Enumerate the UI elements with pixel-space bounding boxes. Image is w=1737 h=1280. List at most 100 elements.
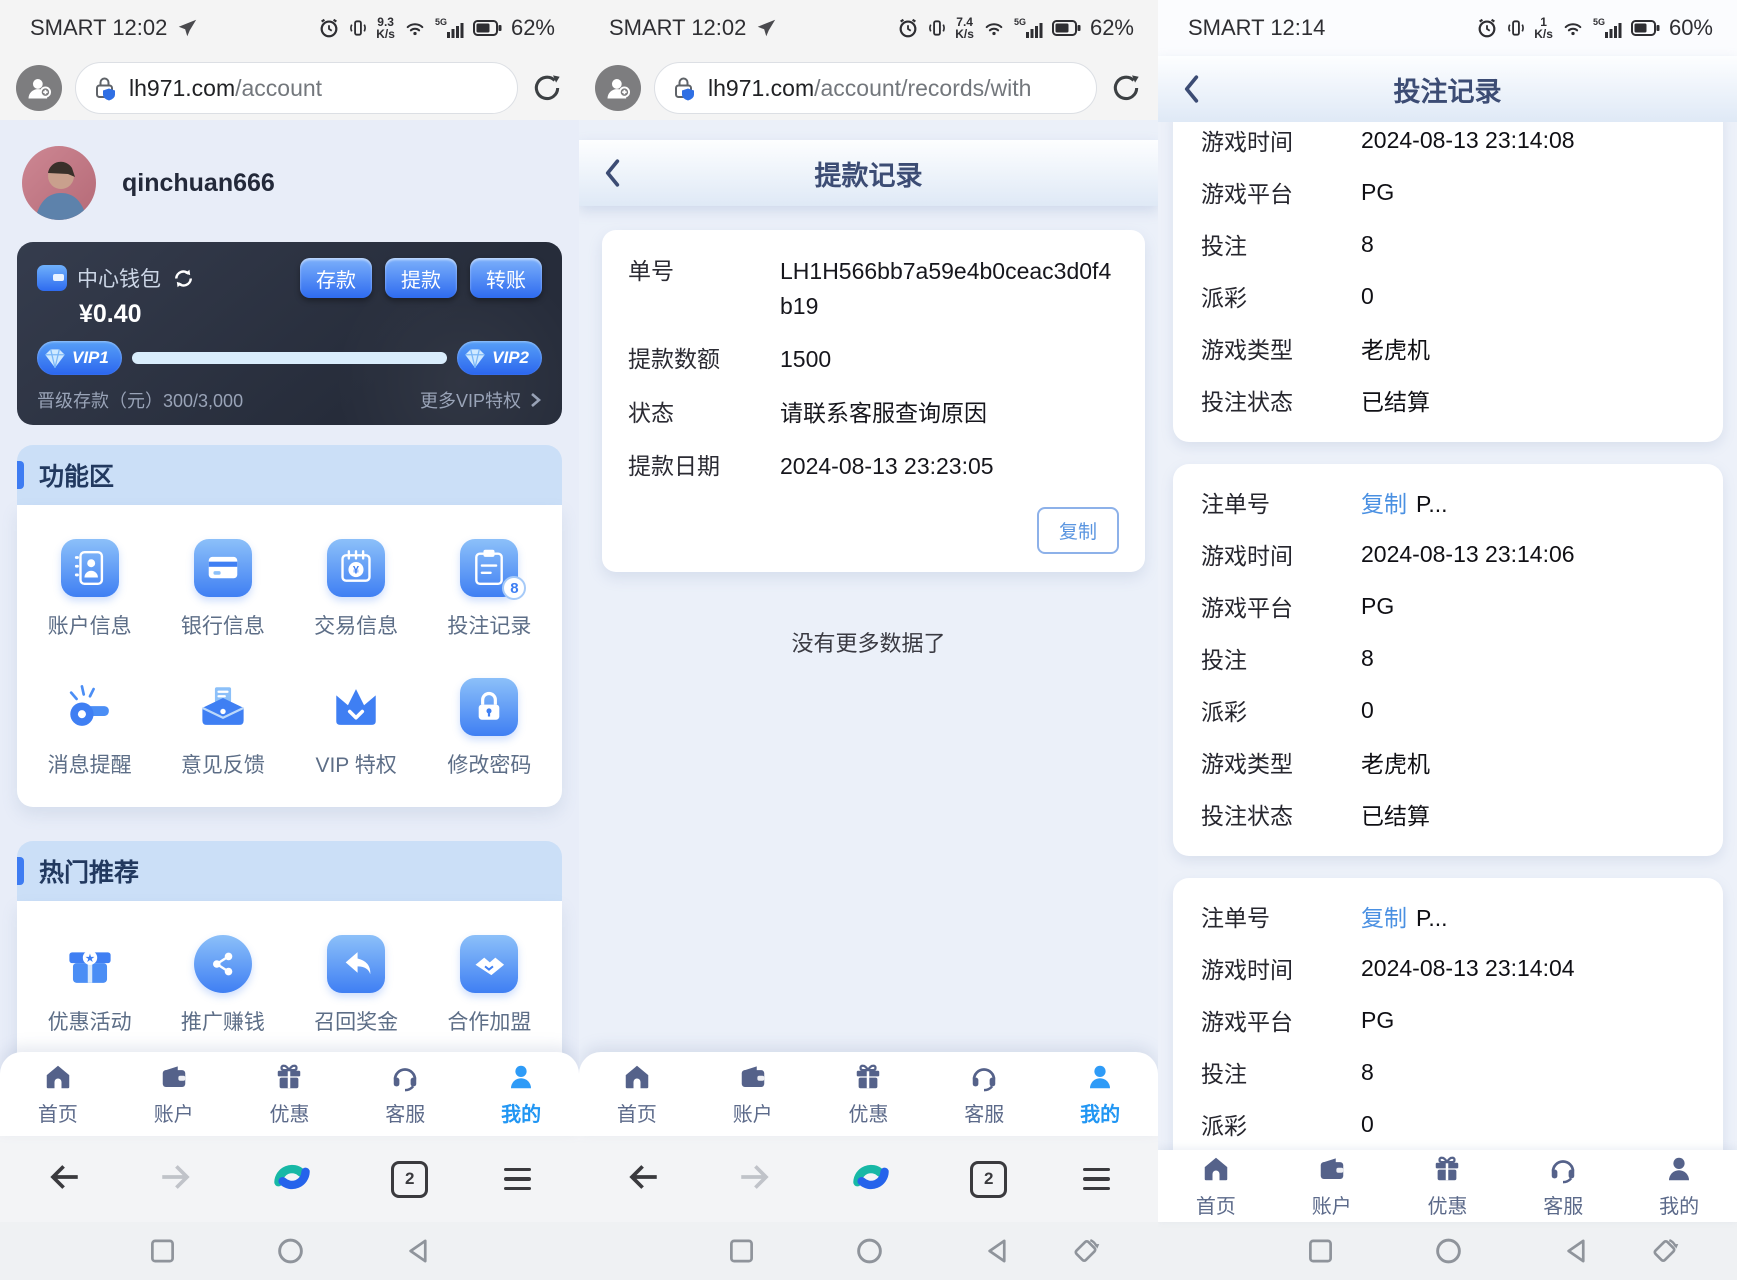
nav-mine[interactable]: 我的 — [1042, 1052, 1158, 1136]
browser-toolbar: 2 — [579, 1136, 1158, 1222]
hot-header: 热门推荐 — [17, 841, 562, 901]
nav-account[interactable]: 账户 — [695, 1052, 811, 1136]
nav-mine[interactable]: 我的 — [1621, 1150, 1737, 1222]
nav-home[interactable]: 首页 — [1158, 1150, 1274, 1222]
android-back-button[interactable] — [1563, 1238, 1590, 1265]
lock-shield-icon — [675, 77, 694, 101]
menu-message-alerts[interactable]: 消息提醒 — [23, 678, 156, 779]
record-row: 提款日期 2024-08-13 23:23:05 — [628, 449, 1119, 484]
menu-transaction-info[interactable]: ¥ 交易信息 — [290, 539, 423, 640]
tabs-button[interactable]: 2 — [391, 1160, 429, 1198]
nav-support[interactable]: 客服 — [926, 1052, 1042, 1136]
android-back-button[interactable] — [984, 1238, 1011, 1265]
menu-change-password[interactable]: 修改密码 — [423, 678, 556, 779]
back-chevron[interactable] — [1178, 74, 1204, 104]
wallet-nav-icon — [162, 1065, 185, 1087]
contact-book-icon — [60, 539, 119, 597]
menu-bank-info[interactable]: 银行信息 — [156, 539, 289, 640]
menu-button[interactable] — [1083, 1167, 1110, 1191]
menu-button[interactable] — [504, 1167, 531, 1191]
alarm-icon — [899, 18, 917, 38]
profile-row: qinchuan666 — [0, 120, 579, 242]
reload-button[interactable] — [531, 72, 563, 104]
back-chevron[interactable] — [599, 158, 625, 188]
headset-icon — [1551, 1159, 1575, 1183]
nav-support[interactable]: 客服 — [1505, 1150, 1621, 1222]
menu-cooperation[interactable]: 合作加盟 — [423, 935, 556, 1036]
battery-icon — [1051, 20, 1081, 36]
android-back-button[interactable] — [405, 1238, 432, 1265]
android-rotate-button[interactable] — [1650, 1237, 1679, 1266]
transfer-button[interactable]: 转账 — [470, 258, 542, 298]
vibrate-icon — [1508, 20, 1525, 36]
battery-icon — [472, 20, 502, 36]
withdraw-button[interactable]: 提款 — [385, 258, 457, 298]
android-home-button[interactable] — [855, 1237, 884, 1266]
nav-account[interactable]: 账户 — [116, 1052, 232, 1136]
forward-button[interactable] — [158, 1160, 192, 1199]
nav-promos[interactable]: 优惠 — [811, 1052, 927, 1136]
menu-referral[interactable]: 推广赚钱 — [156, 935, 289, 1036]
menu-feedback[interactable]: 意见反馈 — [156, 678, 289, 779]
nav-promos[interactable]: 优惠 — [232, 1052, 348, 1136]
nav-home[interactable]: 首页 — [0, 1052, 116, 1136]
nav-mine[interactable]: 我的 — [463, 1052, 579, 1136]
diamond-icon — [45, 349, 65, 368]
username: qinchuan666 — [122, 168, 275, 197]
android-recents-button[interactable] — [149, 1238, 176, 1265]
menu-promotions[interactable]: ★ 优惠活动 — [23, 935, 156, 1036]
order-id-truncated: P... — [1416, 491, 1448, 517]
reload-button[interactable] — [1110, 72, 1142, 104]
menu-bet-records[interactable]: 8 投注记录 — [423, 539, 556, 640]
copy-button[interactable]: 复制 — [1036, 506, 1119, 554]
phone-panel-withdraw-records: SMART 12:02 7.4 K/s 5G 62% lh971.com/acco… — [579, 0, 1158, 1280]
home-icon — [46, 1065, 70, 1088]
copilot-icon[interactable] — [847, 1153, 895, 1206]
deposit-button[interactable]: 存款 — [300, 258, 372, 298]
copy-order-link[interactable]: 复制 — [1361, 491, 1407, 517]
more-vip-link[interactable]: 更多VIP特权 — [420, 387, 542, 413]
withdraw-record-card: 单号 LH1H566bb7a59e4b0ceac3d0f4b19 提款数额 15… — [602, 230, 1145, 572]
tabs-button[interactable]: 2 — [970, 1160, 1008, 1198]
back-button[interactable] — [48, 1160, 82, 1199]
record-row: 游戏平台 PG — [1201, 178, 1395, 208]
android-home-button[interactable] — [276, 1237, 305, 1266]
network-speed: 9.3 K/s — [376, 15, 395, 41]
record-value: 请联系客服查询原因 — [780, 399, 987, 426]
order-row: 注单号 复制 P... — [1201, 491, 1448, 517]
menu-vip-privilege[interactable]: VIP 特权 — [290, 678, 423, 779]
battery-percent: 62% — [1089, 15, 1134, 40]
refresh-balance-icon[interactable] — [171, 266, 196, 291]
record-value: LH1H566bb7a59e4b0ceac3d0f4b19 — [780, 258, 1112, 319]
wifi-icon — [985, 23, 1003, 36]
record-row: 投注 8 — [1201, 230, 1374, 260]
android-home-button[interactable] — [1434, 1237, 1463, 1266]
reload-icon — [1113, 75, 1139, 101]
browser-profile-button[interactable] — [595, 65, 641, 111]
menu-account-info[interactable]: 账户信息 — [23, 539, 156, 640]
android-rotate-button[interactable] — [1071, 1237, 1100, 1266]
reload-icon — [534, 75, 560, 101]
carrier-time-text: SMART 12:14 — [1188, 15, 1326, 40]
record-row: 游戏平台 PG — [1201, 592, 1395, 622]
nav-home[interactable]: 首页 — [579, 1052, 695, 1136]
bet-record-card: 注单号 复制 P... 游戏时间 2024-08-13 23:14:06 游戏平台 P… — [1173, 464, 1723, 856]
avatar[interactable] — [22, 146, 96, 220]
nav-account[interactable]: 账户 — [1274, 1150, 1390, 1222]
record-label: 单号 — [628, 258, 674, 284]
whistle-icon — [61, 678, 119, 736]
url-input[interactable]: lh971.com/account/records/with — [654, 62, 1097, 114]
back-button[interactable] — [627, 1160, 661, 1199]
menu-recall-bonus[interactable]: 召回奖金 — [290, 935, 423, 1036]
nav-promos[interactable]: 优惠 — [1390, 1150, 1506, 1222]
url-input[interactable]: lh971.com/account — [75, 62, 518, 114]
forward-button[interactable] — [737, 1160, 771, 1199]
copilot-icon[interactable] — [268, 1153, 316, 1206]
copy-order-link[interactable]: 复制 — [1361, 905, 1407, 931]
browser-profile-button[interactable] — [16, 65, 62, 111]
android-recents-button[interactable] — [1307, 1238, 1334, 1265]
android-recents-button[interactable] — [728, 1238, 755, 1265]
balance: ¥0.40 — [79, 300, 142, 328]
feedback-box-icon — [194, 678, 252, 736]
nav-support[interactable]: 客服 — [347, 1052, 463, 1136]
